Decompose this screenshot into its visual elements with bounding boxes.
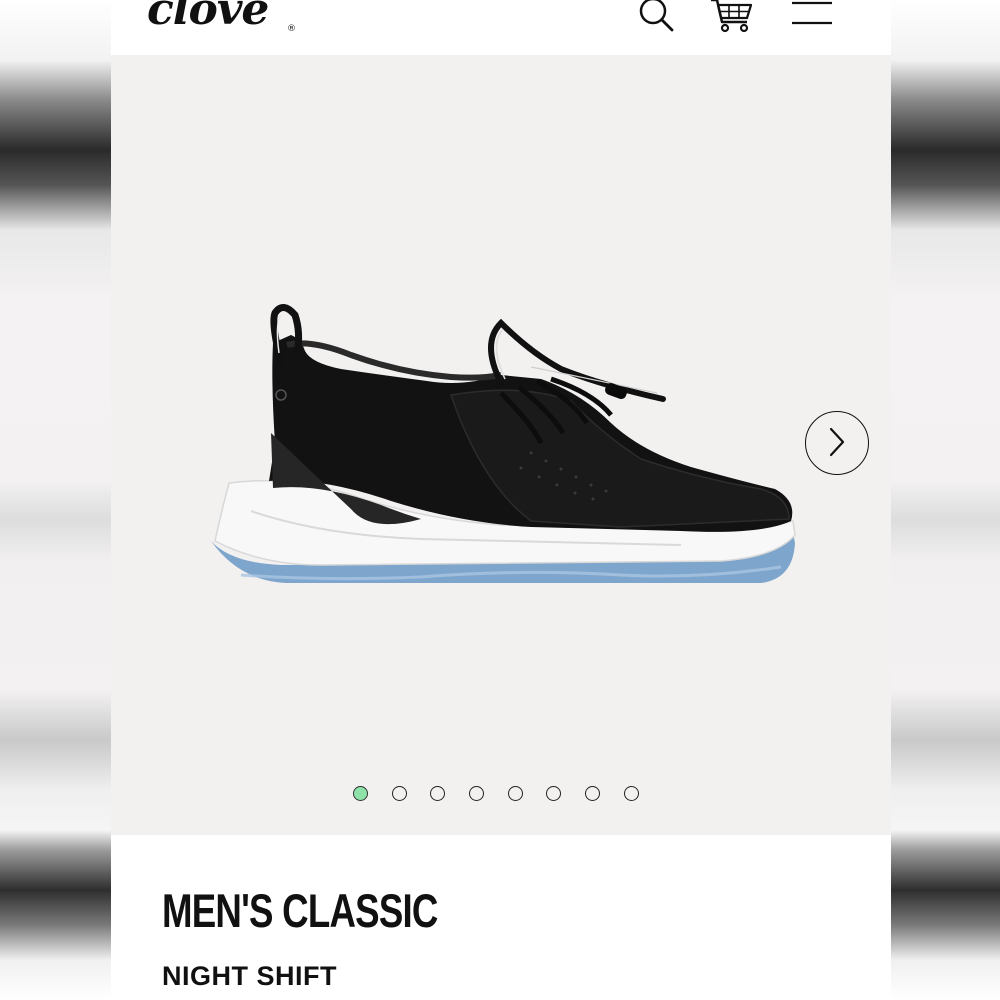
chevron-right-icon bbox=[825, 426, 849, 461]
pagination-dot-7[interactable] bbox=[585, 786, 601, 801]
next-image-button[interactable] bbox=[805, 411, 869, 475]
pagination-dot-4[interactable] bbox=[469, 786, 485, 801]
product-title: MEN'S CLASSIC bbox=[162, 884, 438, 937]
pagination-dot-3[interactable] bbox=[430, 786, 446, 801]
brand-logo[interactable]: clove bbox=[147, 0, 269, 35]
search-icon[interactable] bbox=[636, 0, 676, 39]
brand-logo-text: clove bbox=[147, 0, 269, 35]
image-pagination-dots bbox=[353, 786, 639, 802]
background-right-blur bbox=[889, 0, 1000, 1000]
product-image-gallery[interactable] bbox=[111, 55, 891, 835]
registered-mark: ® bbox=[287, 24, 296, 34]
pagination-dot-1[interactable] bbox=[353, 786, 368, 801]
pagination-dot-8[interactable] bbox=[623, 786, 639, 801]
product-page: clove ® MEN'S CLASSIC NIGHT SHIFT bbox=[111, 0, 891, 1000]
site-header: clove ® bbox=[111, 0, 891, 55]
product-image-sneaker bbox=[201, 283, 811, 608]
pagination-dot-2[interactable] bbox=[391, 786, 407, 801]
product-info: MEN'S CLASSIC NIGHT SHIFT bbox=[111, 835, 891, 1000]
cart-icon[interactable] bbox=[709, 0, 755, 41]
pagination-dot-5[interactable] bbox=[507, 786, 523, 801]
pagination-dot-6[interactable] bbox=[546, 786, 562, 801]
product-colorway: NIGHT SHIFT bbox=[162, 961, 337, 991]
hamburger-menu-icon[interactable] bbox=[791, 0, 833, 35]
background-left-blur bbox=[0, 0, 111, 1000]
